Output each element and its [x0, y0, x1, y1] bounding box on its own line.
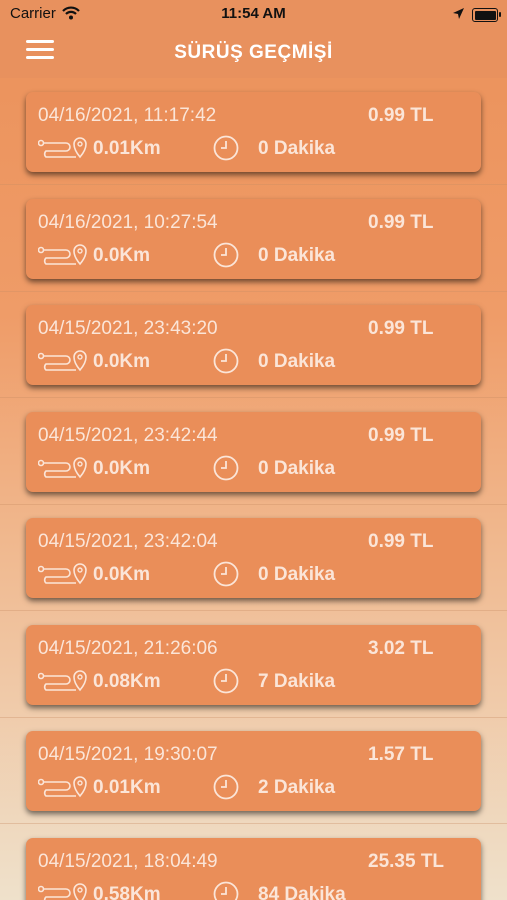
- ride-distance: 0.01Km: [93, 777, 161, 798]
- ride-card[interactable]: 04/15/2021, 23:42:44 0.99 TL 0.0Km 0 Dak…: [26, 411, 481, 492]
- ride-price: 0.99 TL: [368, 105, 434, 126]
- ride-duration: 7 Dakika: [258, 670, 336, 692]
- ride-price: 3.02 TL: [368, 637, 434, 659]
- ride-price: 0.99 TL: [368, 318, 434, 339]
- ride-datetime: 04/16/2021, 10:27:54: [38, 211, 218, 233]
- ride-price: 0.99 TL: [368, 531, 434, 552]
- ride-distance: 0.0Km: [93, 564, 151, 585]
- ride-price: 0.99 TL: [368, 211, 434, 233]
- route-icon: [37, 563, 88, 590]
- location-arrow-icon: [452, 7, 465, 24]
- ride-distance: 0.58Km: [93, 883, 161, 900]
- ride-datetime: 04/15/2021, 23:42:44: [38, 424, 218, 446]
- clock-icon: [213, 881, 239, 900]
- clock-icon: [213, 774, 239, 805]
- list-item: 04/15/2021, 18:04:49 25.35 TL 0.58Km 84 …: [0, 824, 507, 900]
- clock-icon: [213, 348, 239, 379]
- list-item: 04/16/2021, 10:27:54 0.99 TL 0.0Km 0 Dak…: [0, 185, 507, 292]
- clock-icon: [213, 561, 239, 592]
- page-title: SÜRÜŞ GEÇMİŞİ: [174, 42, 333, 63]
- ride-distance: 0.01Km: [93, 138, 161, 159]
- ride-price: 25.35 TL: [368, 850, 445, 872]
- route-icon: [37, 776, 88, 803]
- ride-datetime: 04/16/2021, 11:17:42: [38, 105, 217, 126]
- ride-duration: 0 Dakika: [258, 138, 336, 159]
- status-bar: Carrier 11:54 AM: [0, 0, 507, 28]
- ride-datetime: 04/15/2021, 23:42:04: [38, 531, 218, 552]
- ride-price: 0.99 TL: [368, 424, 434, 446]
- ride-datetime: 04/15/2021, 23:43:20: [38, 318, 218, 339]
- ride-history-list[interactable]: 04/16/2021, 11:17:42 0.99 TL 0.01Km 0 Da…: [0, 78, 507, 900]
- ride-card[interactable]: 04/15/2021, 21:26:06 3.02 TL 0.08Km 7 Da…: [26, 624, 481, 705]
- route-icon: [37, 243, 88, 271]
- list-item: 04/16/2021, 11:17:42 0.99 TL 0.01Km 0 Da…: [0, 78, 507, 185]
- ride-card[interactable]: 04/15/2021, 19:30:07 1.57 TL 0.01Km 2 Da…: [26, 731, 481, 811]
- clock-icon: [213, 135, 239, 166]
- route-icon: [37, 456, 88, 484]
- route-icon: [37, 137, 88, 164]
- nav-bar: SÜRÜŞ GEÇMİŞİ: [0, 28, 507, 78]
- ride-duration: 0 Dakika: [258, 244, 336, 266]
- ride-datetime: 04/15/2021, 18:04:49: [38, 850, 218, 872]
- list-item: 04/15/2021, 21:26:06 3.02 TL 0.08Km 7 Da…: [0, 611, 507, 718]
- clock-icon: [213, 455, 239, 486]
- list-item: 04/15/2021, 23:43:20 0.99 TL 0.0Km 0 Dak…: [0, 291, 507, 398]
- battery-icon: [472, 8, 501, 22]
- ride-duration: 2 Dakika: [258, 777, 336, 798]
- route-icon: [37, 882, 88, 900]
- list-item: 04/15/2021, 23:42:04 0.99 TL 0.0Km 0 Dak…: [0, 504, 507, 611]
- ride-duration: 0 Dakika: [258, 564, 336, 585]
- ride-distance: 0.0Km: [93, 244, 151, 266]
- clock-icon: [213, 242, 239, 273]
- ride-duration: 0 Dakika: [258, 457, 336, 479]
- ride-card[interactable]: 04/16/2021, 10:27:54 0.99 TL 0.0Km 0 Dak…: [26, 198, 481, 279]
- route-icon: [37, 669, 88, 697]
- clock-icon: [213, 668, 239, 699]
- ride-distance: 0.08Km: [93, 670, 161, 692]
- ride-duration: 84 Dakika: [258, 883, 346, 900]
- list-item: 04/15/2021, 19:30:07 1.57 TL 0.01Km 2 Da…: [0, 717, 507, 824]
- ride-card[interactable]: 04/15/2021, 18:04:49 25.35 TL 0.58Km 84 …: [26, 837, 481, 900]
- ride-duration: 0 Dakika: [258, 351, 336, 372]
- route-icon: [37, 350, 88, 377]
- ride-datetime: 04/15/2021, 21:26:06: [38, 637, 218, 659]
- ride-card[interactable]: 04/15/2021, 23:43:20 0.99 TL 0.0Km 0 Dak…: [26, 305, 481, 385]
- ride-distance: 0.0Km: [93, 457, 151, 479]
- ride-card[interactable]: 04/15/2021, 23:42:04 0.99 TL 0.0Km 0 Dak…: [26, 518, 481, 598]
- ride-card[interactable]: 04/16/2021, 11:17:42 0.99 TL 0.01Km 0 Da…: [26, 92, 481, 172]
- ride-price: 1.57 TL: [368, 744, 434, 765]
- ride-datetime: 04/15/2021, 19:30:07: [38, 744, 218, 765]
- ride-distance: 0.0Km: [93, 351, 151, 372]
- list-item: 04/15/2021, 23:42:44 0.99 TL 0.0Km 0 Dak…: [0, 398, 507, 505]
- status-time: 11:54 AM: [221, 5, 286, 22]
